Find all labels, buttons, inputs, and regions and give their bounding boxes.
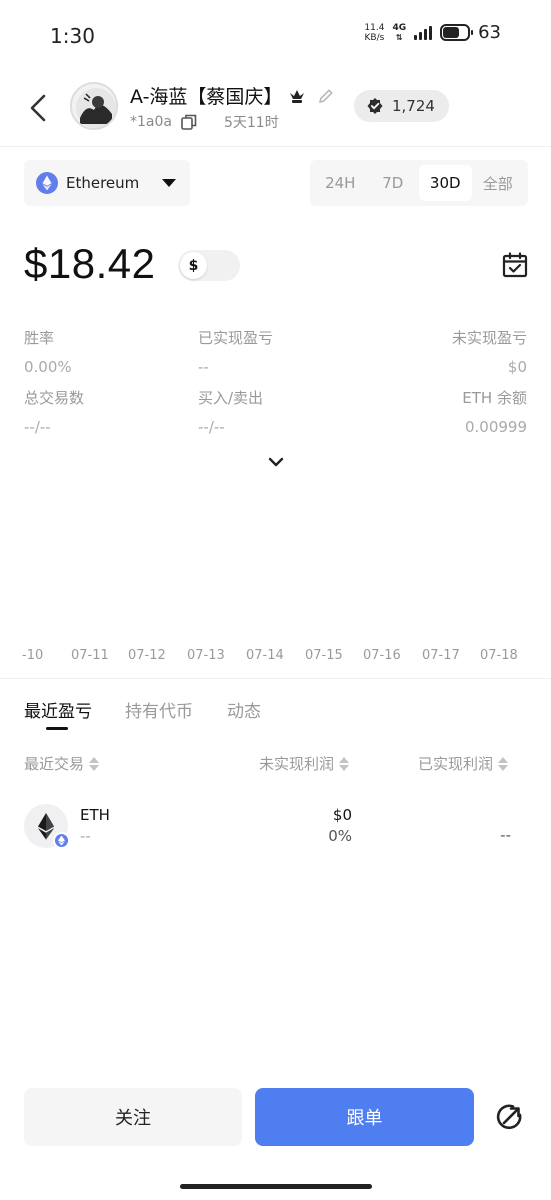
chain-badge-icon: [53, 832, 70, 849]
profile-header: A-海蓝【蔡国庆】 *1a0a 5天11时 1,724: [0, 76, 551, 142]
back-button[interactable]: [24, 90, 54, 126]
section-divider: [0, 678, 551, 679]
stat-win-rate: 胜率 0.00%: [24, 329, 72, 376]
stat-total-trades: 总交易数 --/--: [24, 389, 85, 436]
x-tick-label: 07-18: [480, 648, 518, 663]
user-name: A-海蓝【蔡国庆】: [130, 86, 283, 108]
share-icon: [496, 1104, 522, 1130]
caret-down-icon: [162, 179, 176, 187]
x-tick-label: 07-17: [422, 648, 460, 663]
token-symbol: ETH: [80, 806, 110, 824]
edit-icon[interactable]: [316, 86, 336, 106]
calendar-button[interactable]: [502, 252, 528, 278]
avatar[interactable]: [70, 82, 118, 130]
x-tick-label: 07-13: [187, 648, 225, 663]
wallet-age: 5天11时: [223, 115, 279, 131]
chevron-down-icon: [268, 457, 284, 467]
column-header-recent-trades[interactable]: 最近交易: [24, 753, 100, 774]
table-row[interactable]: ETH -- $0 0% --: [0, 796, 551, 856]
x-tick-label: 07-16: [363, 648, 401, 663]
share-button[interactable]: [494, 1101, 526, 1133]
data-arrows-icon: ⇅: [395, 32, 403, 42]
avatar-image: [72, 84, 116, 128]
active-tab-indicator: [46, 727, 68, 730]
sort-icon: [498, 756, 509, 771]
unrealized-profit-percent: 0%: [328, 827, 352, 845]
stat-unrealized-pnl: 未实现盈亏 $0: [451, 329, 527, 376]
currency-knob: $: [180, 252, 207, 279]
chain-label: Ethereum: [66, 174, 140, 192]
period-tab-all[interactable]: 全部: [472, 165, 525, 201]
period-tabs: 24H 7D 30D 全部: [310, 160, 528, 206]
sort-icon: [89, 756, 100, 771]
home-indicator[interactable]: [180, 1184, 372, 1189]
name-row: A-海蓝【蔡国庆】: [130, 82, 336, 109]
realized-profit-value: --: [500, 826, 511, 844]
follower-count: 1,724: [392, 97, 435, 115]
chart-x-axis: -10 07-11 07-12 07-13 07-14 07-15 07-16 …: [0, 648, 551, 668]
battery-icon: [440, 24, 474, 41]
status-indicators: 11.4 KB/s 4G ⇅ 63: [364, 22, 501, 43]
copy-icon[interactable]: [180, 113, 198, 131]
tab-holdings[interactable]: 持有代币: [125, 697, 193, 722]
column-header-unrealized-profit[interactable]: 未实现利润: [259, 753, 350, 774]
signal-icon: [414, 25, 433, 40]
column-header-realized-profit[interactable]: 已实现利润: [418, 753, 509, 774]
status-time: 1:30: [50, 24, 95, 48]
x-tick-label: 07-15: [305, 648, 343, 663]
wallet-address: *1a0a: [130, 114, 172, 130]
copy-trade-button[interactable]: 跟单: [255, 1088, 474, 1146]
token-subtext: --: [80, 827, 91, 845]
sort-icon: [339, 756, 350, 771]
currency-toggle[interactable]: $: [178, 250, 240, 281]
x-tick-label: 07-12: [128, 648, 166, 663]
tab-activity[interactable]: 动态: [227, 697, 261, 722]
period-tab-7d[interactable]: 7D: [367, 165, 420, 201]
x-tick-label: 07-11: [71, 648, 109, 663]
verified-icon: [367, 98, 383, 114]
crown-icon: [290, 89, 305, 103]
battery-level: 63: [478, 22, 501, 43]
unrealized-profit-value: $0: [332, 806, 352, 824]
status-bar: 1:30 11.4 KB/s 4G ⇅ 63: [0, 0, 551, 72]
header-divider: [0, 146, 551, 147]
period-tab-30d[interactable]: 30D: [419, 165, 472, 201]
calendar-icon: [502, 252, 528, 278]
stat-realized-pnl: 已实现盈亏 --: [198, 329, 274, 376]
follow-button[interactable]: 关注: [24, 1088, 242, 1146]
x-tick-label: 07-14: [246, 648, 284, 663]
stat-eth-balance: ETH 余额 0.00999: [462, 389, 527, 436]
follower-badge[interactable]: 1,724: [354, 90, 449, 122]
x-tick-label: -10: [22, 648, 44, 663]
network-type: 4G ⇅: [392, 22, 407, 42]
chain-selector[interactable]: Ethereum: [24, 160, 190, 206]
stat-buy-sell: 买入/卖出 --/--: [198, 389, 264, 436]
network-speed: 11.4 KB/s: [364, 22, 385, 43]
ethereum-icon: [36, 172, 58, 194]
balance-amount: $18.42: [24, 240, 156, 287]
chevron-left-icon: [30, 94, 46, 122]
address-row: *1a0a 5天11时: [130, 112, 279, 132]
period-tab-24h[interactable]: 24H: [314, 165, 367, 201]
tab-recent-pnl[interactable]: 最近盈亏: [24, 697, 92, 722]
expand-stats-button[interactable]: [264, 452, 288, 472]
